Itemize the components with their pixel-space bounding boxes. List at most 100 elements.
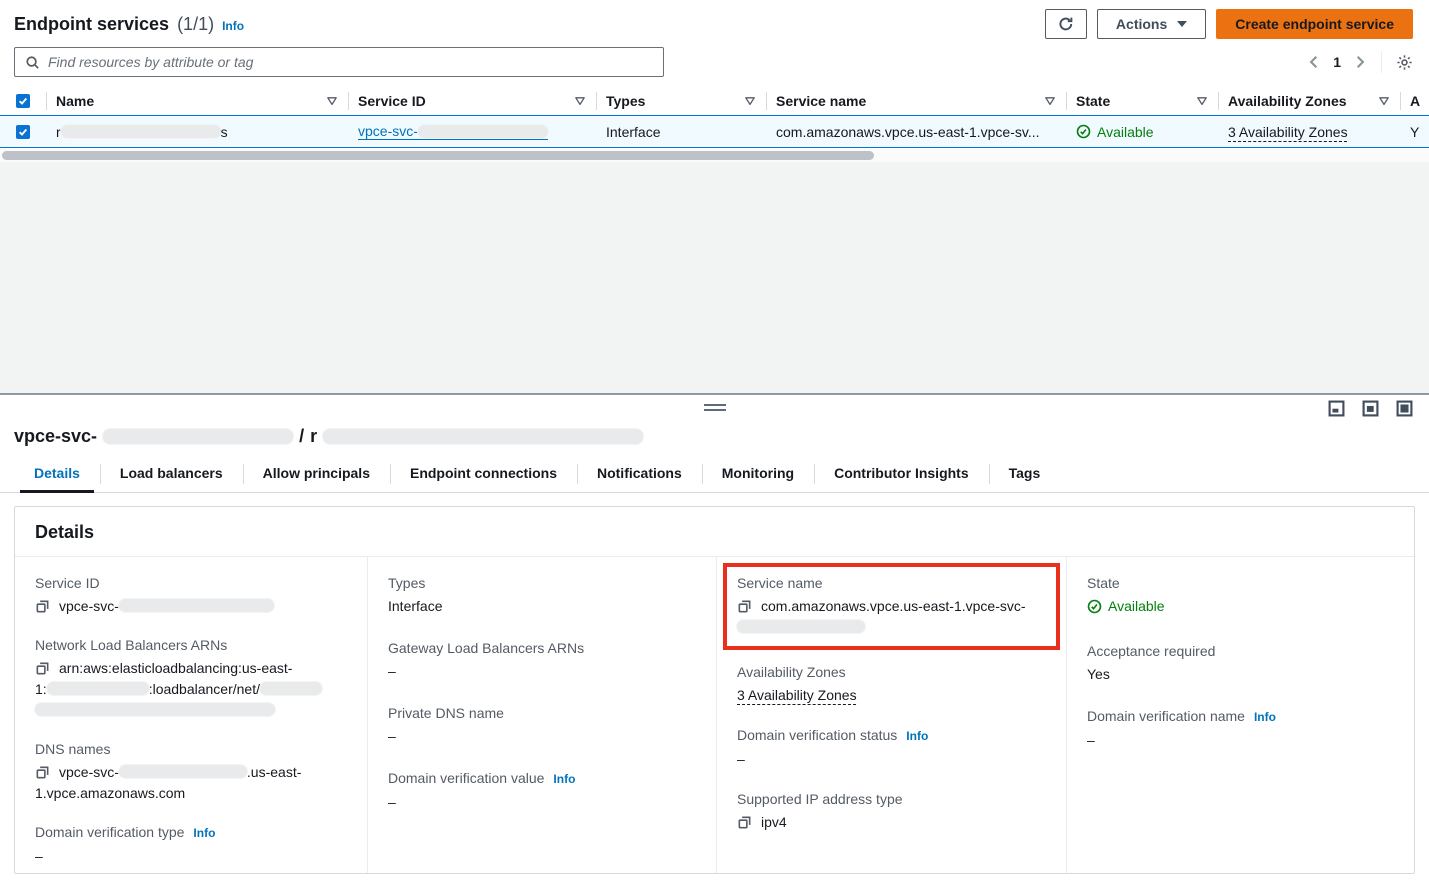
details-column-3: Service name com.amazonaws.vpce.us-east-… — [717, 557, 1067, 874]
actions-button[interactable]: Actions — [1097, 9, 1206, 39]
select-all-checkbox[interactable] — [16, 94, 30, 108]
caret-down-icon — [1177, 21, 1187, 27]
header-info-link[interactable]: Info — [222, 19, 244, 33]
acceptance-value: Y — [1410, 124, 1419, 140]
tab-details[interactable]: Details — [14, 456, 100, 492]
panel-drag-handle[interactable] — [704, 404, 726, 411]
filter-icon[interactable] — [1370, 95, 1390, 107]
field-nlb-arns: Network Load Balancers ARNs arn:aws:elas… — [35, 635, 347, 721]
field-value: – — [388, 726, 696, 747]
redaction — [119, 765, 247, 778]
filter-icon[interactable] — [1188, 95, 1208, 107]
column-header-types[interactable]: Types — [606, 93, 645, 109]
empty-area — [0, 162, 1429, 393]
redaction — [119, 599, 274, 612]
search-box[interactable] — [14, 47, 664, 77]
table-region: Endpoint services (1/1) Info Actions — [0, 0, 1429, 161]
field-label: Supported IP address type — [737, 789, 903, 810]
tab-endpoint-connections[interactable]: Endpoint connections — [390, 456, 577, 492]
info-link[interactable]: Info — [1254, 707, 1276, 728]
cell-availability-zones: 3 Availability Zones — [1218, 116, 1400, 147]
search-icon — [25, 55, 40, 70]
copy-icon[interactable] — [737, 599, 752, 614]
field-domain-verification-status: Domain verification status Info – — [737, 725, 1046, 770]
field-value: – — [388, 792, 696, 813]
field-dns-names: DNS names vpce-svc-.us-east- 1.vpce.amaz… — [35, 739, 347, 804]
dns-fragment: 1.vpce.amazonaws.com — [35, 785, 185, 801]
page-number[interactable]: 1 — [1325, 54, 1349, 70]
copy-icon[interactable] — [35, 661, 50, 676]
column-header-service-id[interactable]: Service ID — [358, 93, 426, 109]
tab-load-balancers[interactable]: Load balancers — [100, 456, 243, 492]
arn-fragment: 1: — [35, 681, 47, 697]
table-header-row: Name Service ID Types Service name State… — [0, 87, 1429, 115]
copy-icon[interactable] — [35, 599, 50, 614]
tab-monitoring[interactable]: Monitoring — [702, 456, 814, 492]
field-value: Interface — [388, 596, 696, 617]
name-fragment: s — [221, 124, 228, 140]
filter-icon[interactable] — [736, 95, 756, 107]
field-label: Service name — [737, 573, 823, 594]
panel-size-medium-icon[interactable] — [1362, 400, 1379, 417]
filter-icon[interactable] — [318, 95, 338, 107]
details-column-1: Service ID vpce-svc- Network Load Balanc… — [15, 557, 368, 874]
create-endpoint-service-button[interactable]: Create endpoint service — [1216, 9, 1413, 39]
dns-fragment: .us-east- — [247, 764, 301, 780]
actions-button-label: Actions — [1116, 16, 1167, 32]
service-id-value-fragment: vpce-svc- — [59, 598, 119, 614]
copy-icon[interactable] — [35, 765, 50, 780]
field-state: State Available — [1087, 573, 1394, 620]
arn-fragment: :loadbalancer/net/ — [149, 681, 260, 697]
field-label: Domain verification name — [1087, 706, 1245, 727]
redaction — [260, 682, 322, 695]
tab-tags[interactable]: Tags — [989, 456, 1061, 492]
status-available-icon — [1087, 599, 1102, 614]
redaction — [323, 429, 643, 444]
availability-zones-popover-link[interactable]: 3 Availability Zones — [737, 687, 857, 703]
field-service-name: Service name com.amazonaws.vpce.us-east-… — [737, 573, 1046, 638]
info-link[interactable]: Info — [553, 769, 575, 790]
panel-title-separator: / — [299, 426, 304, 447]
next-page-button[interactable] — [1353, 55, 1367, 69]
panel-size-large-icon[interactable] — [1396, 400, 1413, 417]
column-header-availability-zones[interactable]: Availability Zones — [1228, 93, 1347, 109]
cell-name: r s — [46, 116, 348, 147]
refresh-button[interactable] — [1045, 9, 1087, 39]
field-service-id: Service ID vpce-svc- — [35, 573, 347, 617]
field-value: ipv4 — [761, 814, 787, 830]
column-header-service-name[interactable]: Service name — [776, 93, 866, 109]
row-checkbox[interactable] — [16, 125, 30, 139]
info-link[interactable]: Info — [193, 823, 215, 844]
previous-page-button[interactable] — [1307, 55, 1321, 69]
redaction — [737, 620, 865, 633]
search-input[interactable] — [48, 54, 653, 70]
tab-notifications[interactable]: Notifications — [577, 456, 702, 492]
settings-gear-icon[interactable] — [1396, 54, 1413, 71]
field-label: DNS names — [35, 739, 110, 760]
tab-allow-principals[interactable]: Allow principals — [243, 456, 390, 492]
tab-contributor-insights[interactable]: Contributor Insights — [814, 456, 989, 492]
field-label: Network Load Balancers ARNs — [35, 635, 227, 656]
panel-size-small-icon[interactable] — [1328, 400, 1345, 417]
filter-icon[interactable] — [566, 95, 586, 107]
horizontal-scrollbar-thumb[interactable] — [2, 151, 874, 160]
field-label: Domain verification value — [388, 768, 544, 789]
filter-icon[interactable] — [1036, 95, 1056, 107]
availability-zones-popover-link[interactable]: 3 Availability Zones — [1228, 124, 1348, 140]
state-value: Available — [1108, 596, 1165, 617]
column-header-name[interactable]: Name — [56, 93, 94, 109]
field-acceptance-required: Acceptance required Yes — [1087, 641, 1394, 685]
table-row[interactable]: r s vpce-svc- Interface com.amazonaws.vp… — [0, 115, 1429, 148]
details-card-title: Details — [15, 507, 1414, 557]
copy-icon[interactable] — [737, 815, 752, 830]
field-glb-arns: Gateway Load Balancers ARNs – — [388, 638, 696, 682]
service-id-link[interactable]: vpce-svc- — [358, 123, 548, 140]
field-label: Domain verification status — [737, 725, 897, 746]
cell-service-name: com.amazonaws.vpce.us-east-1.vpce-sv... — [766, 116, 1066, 147]
column-header-state[interactable]: State — [1076, 93, 1110, 109]
info-link[interactable]: Info — [906, 726, 928, 747]
cell-types: Interface — [596, 116, 766, 147]
cell-acceptance-truncated: Y — [1400, 116, 1429, 147]
arn-fragment: arn:aws:elasticloadbalancing:us-east- — [59, 660, 292, 676]
field-value: – — [737, 749, 1046, 770]
